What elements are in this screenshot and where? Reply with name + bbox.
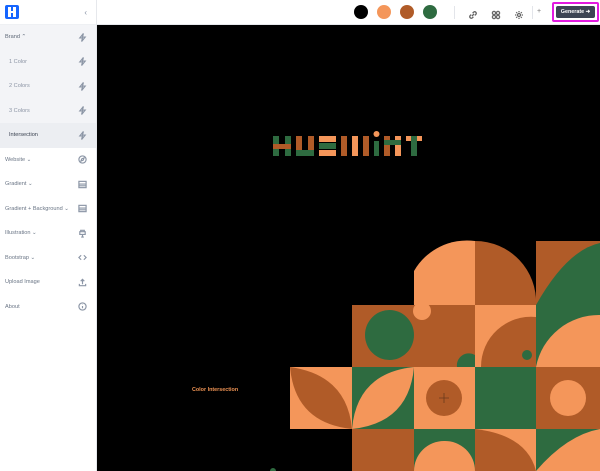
- bolt-icon: [78, 57, 87, 67]
- preview-canvas: Color Intersection: [97, 25, 600, 471]
- sidebar-item-bootstrap[interactable]: Bootstrap ⌄: [0, 246, 96, 271]
- sidebar-item-label: Illustration ⌄: [5, 230, 37, 237]
- info-icon: [78, 302, 87, 311]
- sidebar-item-label: Brand ⌃: [5, 34, 27, 41]
- color-swatch-4[interactable]: [423, 5, 437, 19]
- toolbar-divider: [454, 6, 455, 19]
- app-window: ‹ Brand ⌃ 1 Color 2 Colors 3 Colors Inte…: [0, 0, 600, 471]
- brand-group: Brand ⌃ 1 Color 2 Colors 3 Colors Inters…: [0, 25, 96, 148]
- bolt-icon: [78, 106, 87, 116]
- bolt-icon: [78, 130, 87, 140]
- sidebar-item-label: About: [5, 303, 20, 310]
- sidebar-item-label: 3 Colors: [9, 107, 30, 114]
- sidebar-item-2-colors[interactable]: 2 Colors: [0, 74, 96, 99]
- bolt-icon: [78, 32, 87, 42]
- color-swatch-1[interactable]: [354, 5, 368, 19]
- color-swatch-2[interactable]: [377, 5, 391, 19]
- settings-icon[interactable]: [514, 7, 524, 19]
- huemint-wordmark: [273, 131, 422, 156]
- sidebar-item-brand[interactable]: Brand ⌃: [0, 25, 96, 50]
- gradient-icon: [78, 204, 87, 213]
- sidebar-item-label: Website ⌄: [5, 156, 32, 163]
- sidebar-item-intersection[interactable]: Intersection: [0, 123, 96, 148]
- sidebar-item-label: Intersection: [9, 132, 38, 139]
- sidebar-item-about[interactable]: About: [0, 295, 96, 320]
- sidebar-item-1-color[interactable]: 1 Color: [0, 50, 96, 75]
- sidebar-item-label: 1 Color: [9, 58, 28, 65]
- collapse-sidebar-icon[interactable]: ‹: [84, 8, 87, 17]
- shuffle-icon[interactable]: [491, 7, 501, 20]
- generate-button-highlight: Generate ➜: [552, 2, 599, 22]
- color-swatch-3[interactable]: [400, 5, 414, 19]
- sidebar-item-label: Upload Image: [5, 279, 40, 286]
- tile-mosaic: [270, 240, 600, 471]
- sidebar-item-gradient-background[interactable]: Gradient + Background ⌄: [0, 197, 96, 222]
- sidebar-item-website[interactable]: Website ⌄: [0, 148, 96, 173]
- sidebar-item-label: 2 Colors: [9, 83, 30, 90]
- color-intersection-caption: Color Intersection: [192, 387, 239, 393]
- compass-icon: [78, 155, 87, 164]
- sidebar: ‹ Brand ⌃ 1 Color 2 Colors 3 Colors Inte…: [0, 0, 97, 471]
- paint-bucket-icon: [78, 229, 87, 238]
- generate-button[interactable]: Generate ➜: [556, 6, 595, 18]
- add-color-button[interactable]: +: [537, 7, 547, 17]
- link-icon[interactable]: [468, 7, 478, 19]
- sidebar-item-upload-image[interactable]: Upload Image: [0, 270, 96, 295]
- bolt-icon: [78, 81, 87, 91]
- sidebar-header: ‹: [0, 0, 96, 25]
- sidebar-item-illustration[interactable]: Illustration ⌄: [0, 221, 96, 246]
- code-icon: [78, 253, 87, 262]
- gradient-icon: [78, 180, 87, 189]
- sidebar-item-label: Gradient ⌄: [5, 181, 33, 188]
- sidebar-item-3-colors[interactable]: 3 Colors: [0, 99, 96, 124]
- sidebar-item-label: Gradient + Background ⌄: [5, 205, 69, 212]
- top-toolbar: + Generate ➜: [97, 0, 600, 25]
- sidebar-item-label: Bootstrap ⌄: [5, 254, 36, 261]
- intersection-illustration: [270, 131, 600, 471]
- upload-icon: [78, 278, 87, 287]
- sidebar-item-gradient[interactable]: Gradient ⌄: [0, 172, 96, 197]
- toolbar-divider: [532, 6, 533, 19]
- huemint-logo[interactable]: [5, 5, 19, 19]
